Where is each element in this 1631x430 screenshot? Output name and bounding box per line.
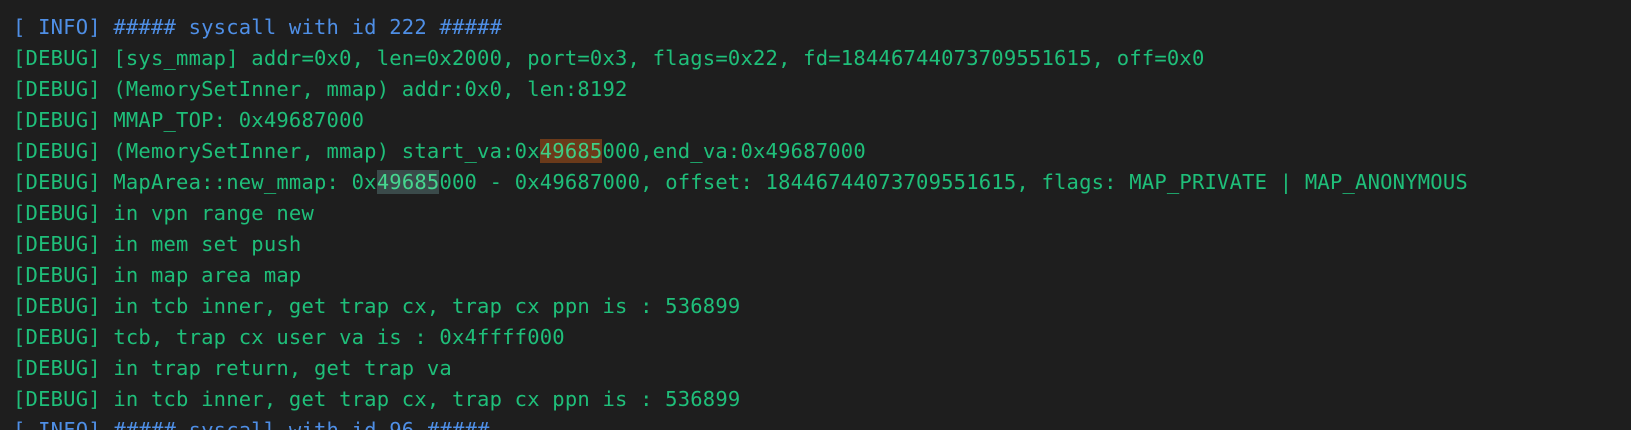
log-line-info: [ INFO] ##### syscall with id 222 #####	[13, 15, 503, 39]
log-line-debug: [DEBUG] (MemorySetInner, mmap) start_va:…	[13, 136, 1468, 167]
log-text: 000,end_va:0x49687000	[602, 139, 866, 163]
log-line-debug: [DEBUG] in vpn range new	[13, 201, 315, 225]
log-line-debug: [DEBUG] MapArea::new_mmap: 0x49685000 - …	[13, 167, 1468, 198]
log-text: [DEBUG] MapArea::new_mmap: 0x	[13, 170, 377, 194]
log-line-debug: [DEBUG] in mem set push	[13, 232, 302, 256]
log-line-debug: [DEBUG] in tcb inner, get trap cx, trap …	[13, 294, 741, 318]
log-line-debug: [DEBUG] in trap return, get trap va	[13, 356, 452, 380]
log-line-debug: [DEBUG] in map area map	[13, 263, 302, 287]
log-line-partial-top	[13, 0, 1468, 12]
log-lines: [ INFO] ##### syscall with id 222 ##### …	[13, 0, 1468, 430]
log-line-debug: [DEBUG] [sys_mmap] addr=0x0, len=0x2000,…	[13, 46, 1205, 70]
log-line-debug: [DEBUG] in tcb inner, get trap cx, trap …	[13, 387, 741, 411]
log-line-info: [ INFO] ##### syscall with id 96 #####	[13, 418, 490, 430]
log-text: 000 - 0x49687000, offset: 18446744073709…	[439, 170, 1468, 194]
search-match-current: 49685	[539, 139, 603, 163]
search-match-other: 49685	[376, 170, 440, 194]
terminal-output[interactable]: [ INFO] ##### syscall with id 222 ##### …	[0, 0, 1631, 430]
log-line-debug: [DEBUG] tcb, trap cx user va is : 0x4fff…	[13, 325, 565, 349]
log-text: [DEBUG] (MemorySetInner, mmap) start_va:…	[13, 139, 540, 163]
log-line-debug: [DEBUG] MMAP_TOP: 0x49687000	[13, 108, 365, 132]
log-line-debug: [DEBUG] (MemorySetInner, mmap) addr:0x0,…	[13, 77, 628, 101]
